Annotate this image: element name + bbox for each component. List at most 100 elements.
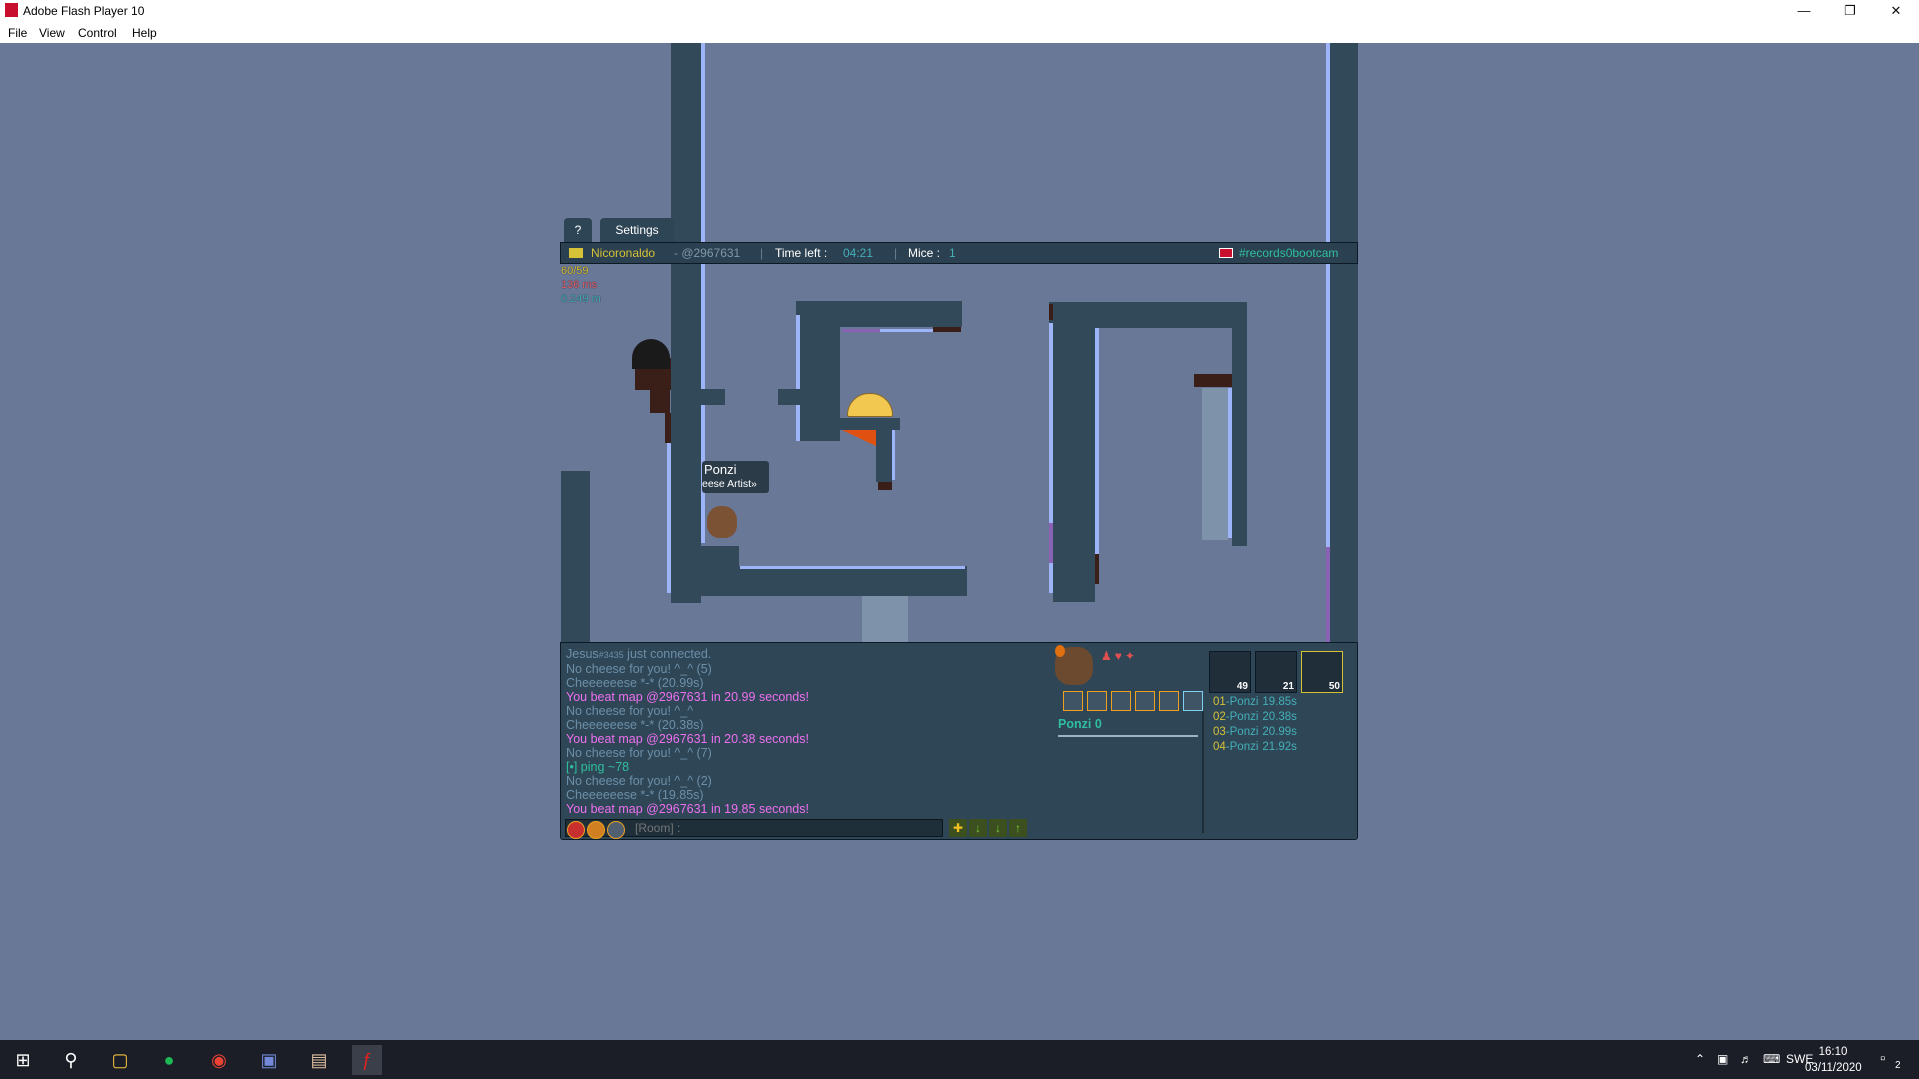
map-brown-block xyxy=(650,388,670,413)
settings-tab[interactable]: Settings xyxy=(600,218,674,242)
map-wall xyxy=(561,471,590,642)
xp-bar xyxy=(1058,735,1198,737)
map-floor xyxy=(701,566,967,596)
ranking-row[interactable]: 03-Ponzi 20.99s xyxy=(1213,725,1297,740)
help-tab[interactable]: ? xyxy=(564,218,592,242)
chat-text: You beat map @2967631 in 20.38 seconds! xyxy=(566,732,809,746)
minimize-button[interactable]: — xyxy=(1781,0,1827,22)
badge-saves[interactable]: 21 xyxy=(1255,651,1297,693)
player-title: eese Artist» xyxy=(702,478,757,490)
menu-bar: File View Control Help xyxy=(0,22,1919,43)
map-brown-block xyxy=(665,413,671,443)
chat-text: You beat map @2967631 in 20.99 seconds! xyxy=(566,690,809,704)
map-author[interactable]: Nicoronaldo xyxy=(591,246,655,260)
chat-line: You beat map @2967631 in 19.85 seconds! xyxy=(566,802,809,816)
notification-icon[interactable]: ▫ xyxy=(1880,1050,1885,1067)
ranking-name: -Ponzi xyxy=(1225,711,1259,723)
menu-file[interactable]: File xyxy=(8,26,27,40)
menu-control[interactable]: Control xyxy=(78,26,117,40)
chat-line: Cheeeeeese *-* (19.85s) xyxy=(566,788,809,802)
map-wall xyxy=(671,43,701,603)
map-wall-edge xyxy=(1326,43,1330,547)
map-wall xyxy=(1053,302,1095,602)
menu-help[interactable]: Help xyxy=(132,26,157,40)
chat-line: No cheese for you! ^_^ xyxy=(566,704,809,718)
clock-date: 03/11/2020 xyxy=(1805,1062,1862,1074)
file-explorer-icon[interactable]: ▢ xyxy=(105,1045,135,1075)
game-app-icon[interactable]: ▤ xyxy=(304,1045,334,1075)
heart-icon[interactable] xyxy=(567,821,585,839)
map-ledge xyxy=(778,389,802,405)
discord-icon[interactable] xyxy=(1159,691,1179,711)
map-brown-block xyxy=(1194,374,1232,387)
map-wall xyxy=(1232,302,1247,546)
ranking-row[interactable]: 01-Ponzi 19.85s xyxy=(1213,695,1297,710)
arrow-down-icon[interactable]: ↓ xyxy=(969,819,987,837)
map-floor-edge xyxy=(740,566,965,569)
uk-flag-icon xyxy=(1219,248,1233,258)
ranking-time: 21.92s xyxy=(1262,741,1297,753)
arrow-down-icon[interactable]: ↓ xyxy=(989,819,1007,837)
chat-text: No cheese for you! ^_^ (5) xyxy=(566,662,712,676)
chat-line: No cheese for you! ^_^ (7) xyxy=(566,746,809,760)
game-stage[interactable]: Ponzi eese Artist» xyxy=(0,43,1919,1040)
chat-input[interactable] xyxy=(631,819,951,837)
close-button[interactable]: ✕ xyxy=(1873,0,1919,22)
menu-list-icon[interactable] xyxy=(1087,691,1107,711)
search-icon[interactable]: ⚲ xyxy=(56,1045,86,1075)
map-wall-edge xyxy=(842,329,880,332)
alert-icon[interactable] xyxy=(1055,645,1065,657)
chat-bubble-icon[interactable] xyxy=(1135,691,1155,711)
spotify-icon[interactable]: ● xyxy=(154,1045,184,1075)
map-code: - @2967631 xyxy=(674,246,741,260)
fps-readout: 60/59 xyxy=(561,265,589,277)
memory-readout: 0.249 m xyxy=(561,293,601,305)
chat-line: You beat map @2967631 in 20.38 seconds! xyxy=(566,732,809,746)
menu-view[interactable]: View xyxy=(39,26,65,40)
plus-icon[interactable]: ✚ xyxy=(949,819,967,837)
mouse-hole-icon xyxy=(632,339,670,369)
shop-icon[interactable] xyxy=(1063,691,1083,711)
ranking-time: 19.85s xyxy=(1262,696,1297,708)
profile-score: 0 xyxy=(1094,717,1102,731)
chat-line: Jesus#3435 just connected. xyxy=(566,647,809,662)
volume-icon[interactable]: ♬ xyxy=(1740,1052,1752,1066)
windows-start-icon[interactable]: ⊞ xyxy=(8,1045,38,1075)
ranking-row[interactable]: 02-Ponzi 20.38s xyxy=(1213,710,1297,725)
player-nameplate: Ponzi eese Artist» xyxy=(702,461,769,493)
room-name[interactable]: #records0bootcam xyxy=(1239,246,1338,260)
panel-divider xyxy=(1202,711,1204,833)
player-name: Ponzi xyxy=(704,462,737,477)
chat-text: [•] ping ~78 xyxy=(566,760,630,774)
window-title: Adobe Flash Player 10 xyxy=(23,4,145,18)
tribe-house-icon[interactable] xyxy=(1111,691,1131,711)
keyboard-icon[interactable]: ⌨ xyxy=(1763,1052,1780,1066)
consumables-icon[interactable]: ♟♥✦ xyxy=(1101,649,1181,677)
house-icon[interactable] xyxy=(607,821,625,839)
map-brown-block xyxy=(1095,554,1099,584)
fullscreen-icon[interactable] xyxy=(1183,691,1203,711)
map-wall-edge xyxy=(1095,328,1099,554)
map-wall-edge xyxy=(892,430,895,480)
ranking-name: -Ponzi xyxy=(1225,726,1259,738)
network-icon[interactable]: ▣ xyxy=(1717,1052,1728,1066)
chat-line: Cheeeeeese *-* (20.38s) xyxy=(566,718,809,732)
profile-name: Ponzi 0 xyxy=(1058,717,1102,731)
chrome-icon[interactable]: ◉ xyxy=(204,1045,234,1075)
water-column xyxy=(1202,388,1228,540)
discord-app-icon[interactable]: ▣ xyxy=(254,1045,284,1075)
restore-button[interactable]: ❐ xyxy=(1827,0,1873,22)
map-brown-block xyxy=(1049,304,1053,320)
chevron-up-icon[interactable]: ⌃ xyxy=(1695,1052,1705,1066)
system-clock[interactable]: 16:10 03/11/2020 xyxy=(1805,1044,1862,1076)
ranking-position: 03 xyxy=(1213,726,1226,738)
mice-label: Mice : xyxy=(908,246,941,260)
badge-bootcamp[interactable]: 49 xyxy=(1209,651,1251,693)
arrow-up-icon[interactable]: ↑ xyxy=(1009,819,1027,837)
tribe-icon[interactable] xyxy=(587,821,605,839)
badge-cheese[interactable]: 50 xyxy=(1301,651,1343,693)
map-brown-block xyxy=(933,327,961,332)
separator: | xyxy=(760,246,764,260)
ranking-row[interactable]: 04-Ponzi 21.92s xyxy=(1213,740,1297,755)
flash-taskbar-icon[interactable]: ƒ xyxy=(352,1045,382,1075)
